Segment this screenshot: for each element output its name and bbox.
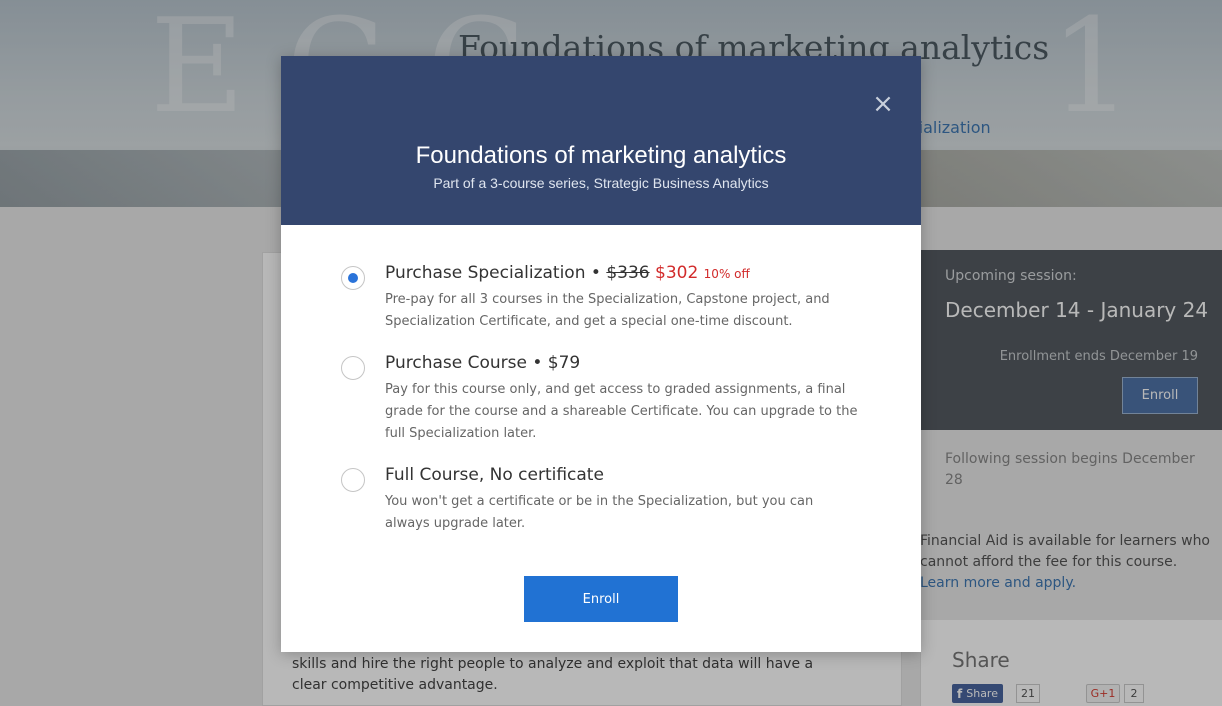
enroll-button[interactable]: Enroll [524, 576, 678, 622]
option-title: Full Course, No certificate [385, 465, 604, 485]
option-description: Pay for this course only, and get access… [385, 382, 858, 441]
price-separator: • [585, 263, 607, 283]
option-name: Purchase Course [385, 353, 527, 373]
option-name: Full Course, No certificate [385, 465, 604, 485]
sale-price: $302 [655, 263, 699, 283]
modal-header: × Foundations of marketing analytics Par… [281, 56, 921, 225]
price-separator: • [526, 353, 548, 373]
course-price: $79 [547, 353, 581, 373]
radio-purchase-course[interactable] [341, 356, 365, 380]
option-title: Purchase Course • $79 [385, 353, 580, 373]
discount-badge: 10% off [703, 267, 750, 281]
modal-title: Foundations of marketing analytics [415, 142, 787, 169]
option-description: Pre-pay for all 3 courses in the Special… [385, 292, 830, 329]
radio-purchase-specialization[interactable] [341, 266, 365, 290]
original-price: $336 [606, 263, 650, 283]
enroll-modal: × Foundations of marketing analytics Par… [281, 56, 921, 652]
option-name: Purchase Specialization [385, 263, 586, 283]
radio-full-course[interactable] [341, 468, 365, 492]
modal-subtitle: Part of a 3-course series, Strategic Bus… [433, 175, 769, 191]
option-title: Purchase Specialization • $336 $302 10% … [385, 263, 750, 283]
close-icon[interactable]: × [871, 91, 895, 117]
option-description: You won't get a certificate or be in the… [385, 494, 814, 531]
